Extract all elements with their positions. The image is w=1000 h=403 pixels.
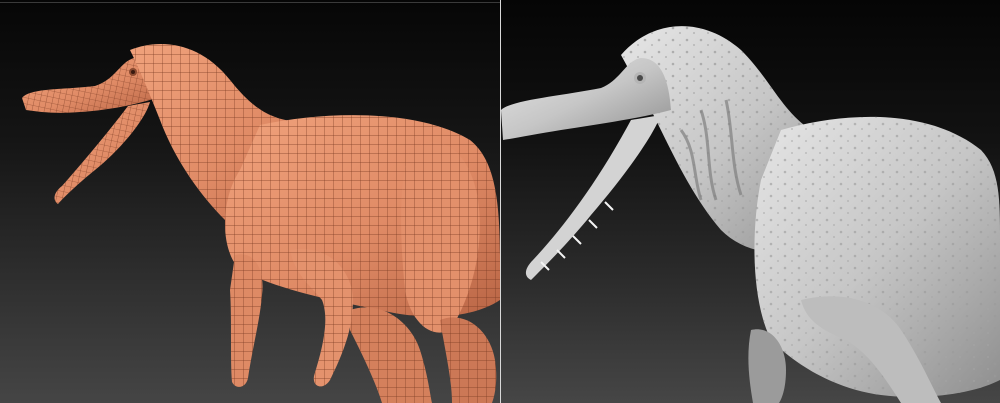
- sculpt-panel: [501, 0, 1000, 403]
- comparison-image: [0, 0, 1000, 403]
- wireframe-panel: [0, 0, 500, 403]
- wireframe-dinosaur-render: [22, 43, 500, 403]
- dinosaur-sculpt: [501, 26, 1000, 403]
- viewport-top-rule: [0, 2, 500, 3]
- dinosaur-mesh: [22, 43, 500, 403]
- sculpt-dinosaur-render: [501, 26, 1000, 403]
